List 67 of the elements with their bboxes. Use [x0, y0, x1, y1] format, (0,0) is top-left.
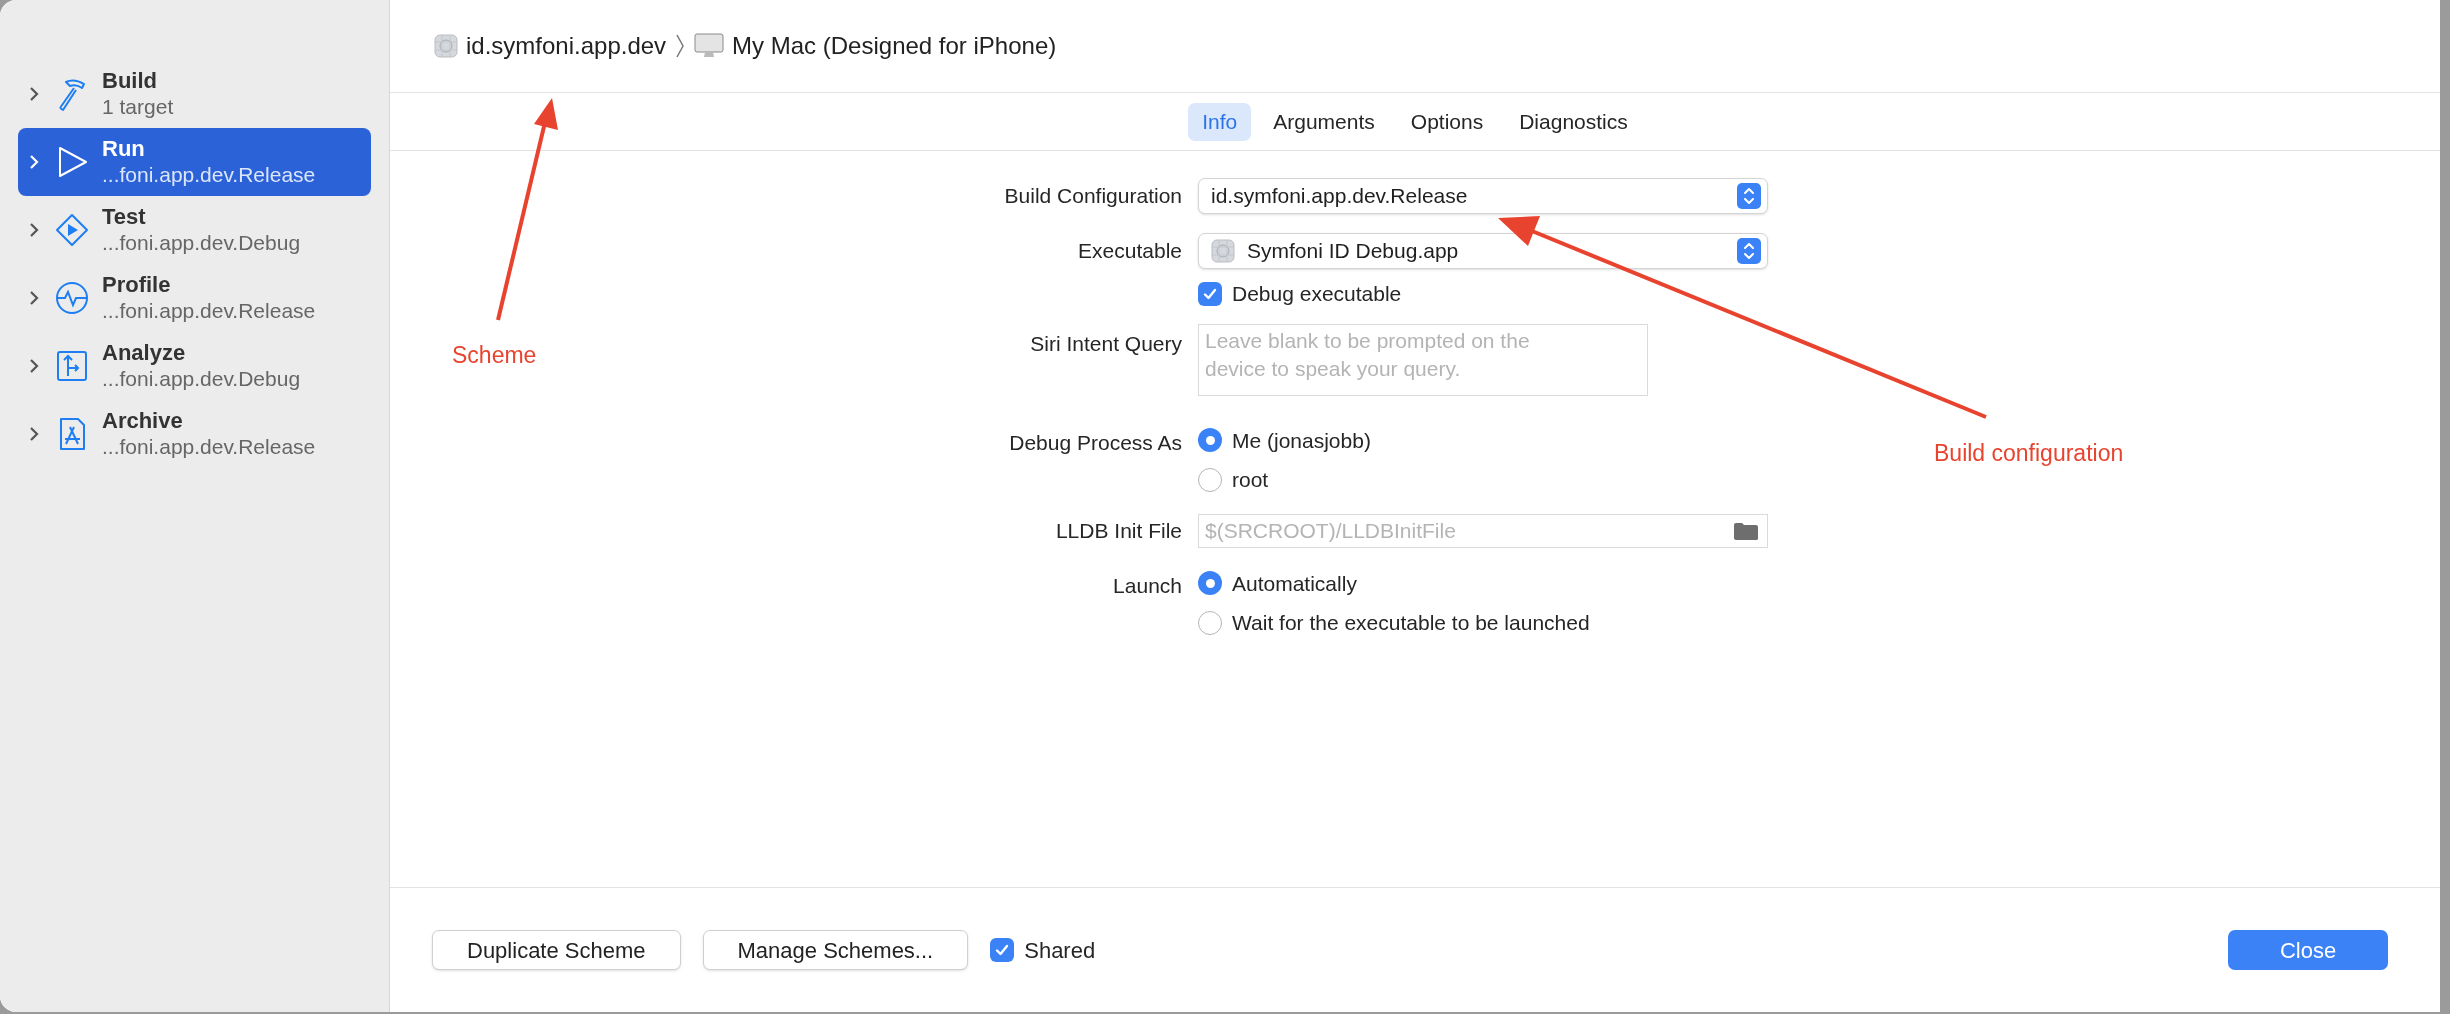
checkbox[interactable]: [1198, 281, 1222, 306]
item-title: Test: [102, 204, 147, 230]
item-subtitle: ...foni.app.dev.Release: [102, 162, 316, 188]
item-title: Run: [102, 136, 146, 162]
app-icon: [434, 34, 458, 58]
tab[interactable]: Info: [1188, 102, 1252, 141]
field-label: Build Configuration: [1004, 183, 1183, 210]
field-label: Executable: [1078, 238, 1183, 265]
folder-icon[interactable]: [1733, 520, 1759, 541]
tab[interactable]: Arguments: [1259, 102, 1389, 141]
chevron-right-icon[interactable]: [28, 222, 40, 238]
item-subtitle: ...foni.app.dev.Release: [102, 434, 316, 460]
sidebar-item[interactable]: Archive ...foni.app.dev.Release: [18, 400, 371, 468]
item-title: Build: [102, 68, 158, 94]
query-field[interactable]: Leave blank to be prompted on the device to speak your query.: [1198, 323, 1648, 396]
chevron-right-icon[interactable]: [28, 86, 40, 102]
checkbox-label: Debug executable: [1232, 281, 1402, 307]
item-title: Profile: [102, 272, 172, 298]
field-label: LLDB Init File: [1055, 517, 1183, 544]
chevron-right-icon[interactable]: [28, 426, 40, 442]
scheme-name[interactable]: id.symfoni.app.dev: [466, 28, 667, 64]
chevron-right-icon: [674, 33, 687, 59]
item-subtitle: ...foni.app.dev.Release: [102, 298, 316, 324]
radio-button[interactable]: [1198, 467, 1222, 492]
sidebar-item[interactable]: Analyze ...foni.app.dev.Debug: [18, 332, 371, 400]
item-subtitle: ...foni.app.dev.Debug: [102, 366, 301, 392]
close-button[interactable]: Close: [2228, 930, 2388, 970]
popup-button[interactable]: Symfoni ID Debug.app: [1198, 233, 1768, 269]
radio-label: Me (jonasjobb): [1232, 427, 1371, 454]
stepper-icon: [1737, 238, 1761, 264]
chevron-right-icon[interactable]: [28, 154, 40, 170]
sidebar-item[interactable]: Profile ...foni.app.dev.Release: [18, 264, 371, 332]
item-subtitle: 1 target: [102, 94, 174, 120]
tab[interactable]: Options: [1396, 102, 1498, 141]
app-icon: [1211, 239, 1235, 263]
chevron-right-icon[interactable]: [28, 290, 40, 306]
checkbox[interactable]: [990, 938, 1015, 962]
checkbox-label: Shared: [1024, 936, 1096, 965]
sidebar-item[interactable]: Test ...foni.app.dev.Debug: [18, 196, 371, 264]
waveform-icon: [54, 280, 90, 316]
sidebar-item[interactable]: Build 1 target: [18, 60, 371, 128]
item-title: Analyze: [102, 340, 187, 366]
item-subtitle: ...foni.app.dev.Debug: [102, 230, 301, 256]
radio-label: root: [1232, 467, 1269, 493]
chevron-right-icon[interactable]: [28, 358, 40, 374]
radio-button[interactable]: [1198, 610, 1222, 635]
footer-button[interactable]: Duplicate Scheme: [432, 930, 681, 970]
radio-label: Automatically: [1232, 570, 1357, 597]
radio-button[interactable]: [1198, 428, 1222, 453]
monitor-icon: [694, 33, 725, 59]
stepper-icon: [1737, 183, 1761, 209]
field-label: Launch: [1113, 572, 1183, 599]
branch-icon: [54, 348, 90, 384]
radio-label: Wait for the executable to be launched: [1232, 610, 1590, 636]
field-label: Siri Intent Query: [1030, 330, 1183, 357]
popup-button[interactable]: id.symfoni.app.dev.Release: [1198, 178, 1768, 214]
footer-button[interactable]: Manage Schemes...: [702, 930, 969, 970]
destination-name[interactable]: My Mac (Designed for iPhone): [732, 28, 1057, 64]
checkmark-icon: [994, 942, 1011, 958]
field-label: Debug Process As: [1009, 429, 1183, 456]
annotation-label: Build configuration: [1934, 439, 2124, 468]
sidebar-item[interactable]: Run ...foni.app.dev.Release: [18, 128, 371, 196]
diamond-play-icon: [54, 212, 90, 248]
tab[interactable]: Diagnostics: [1505, 102, 1642, 141]
radio-button[interactable]: [1198, 571, 1222, 596]
annotation-label: Scheme: [452, 341, 537, 370]
item-title: Archive: [102, 408, 184, 434]
